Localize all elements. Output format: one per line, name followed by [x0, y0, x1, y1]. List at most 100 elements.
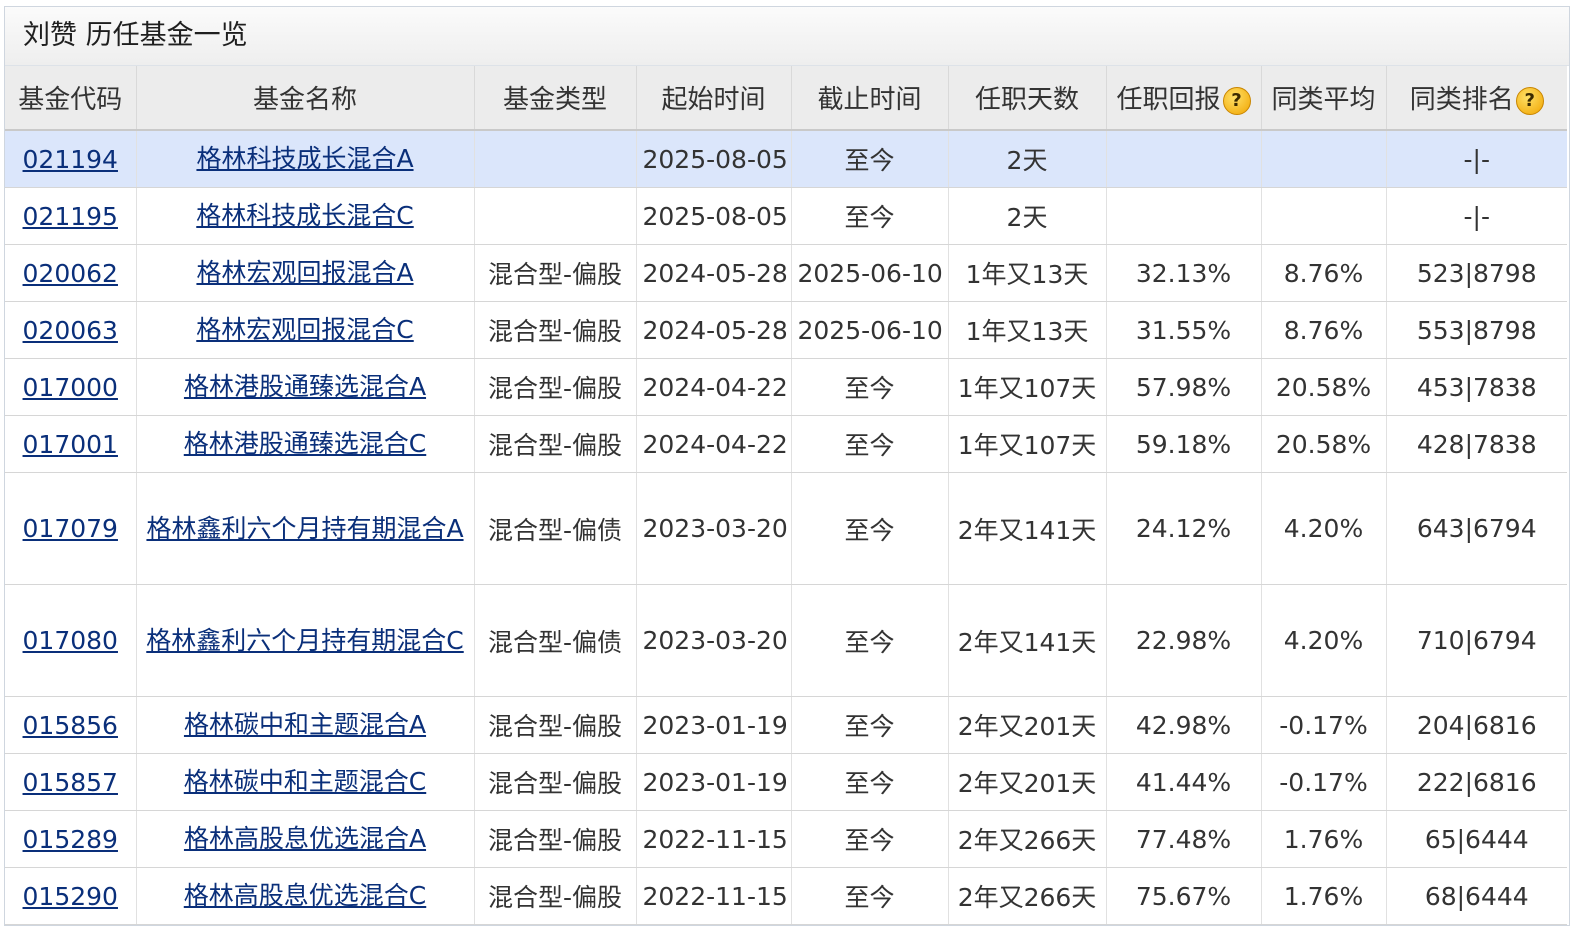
table-row[interactable]: 017080 格林鑫利六个月持有期混合C 混合型-偏债 2023-03-20 至… [5, 584, 1567, 697]
table-row[interactable]: 020063 格林宏观回报混合C 混合型-偏股 2024-05-28 2025-… [5, 301, 1567, 359]
start-date: 2024-05-28 [636, 244, 792, 302]
table-row[interactable]: 021194 格林科技成长混合A 2025-08-05 至今 2天 -|- [5, 130, 1567, 188]
tenure-days: 2年又141天 [948, 584, 1107, 697]
end-date: 至今 [791, 187, 949, 245]
tenure-days: 2年又266天 [948, 810, 1107, 868]
start-date: 2024-04-22 [636, 415, 792, 473]
fund-code-cell: 021195 [5, 187, 137, 245]
help-icon[interactable]: ? [1515, 86, 1544, 115]
tenure-days: 2年又141天 [948, 472, 1107, 585]
header-peer-rank: 同类排名? [1386, 66, 1567, 131]
table-row[interactable]: 017001 格林港股通臻选混合C 混合型-偏股 2024-04-22 至今 1… [5, 415, 1567, 473]
end-date: 至今 [791, 584, 949, 697]
fund-name-link[interactable]: 格林港股通臻选混合A [184, 372, 426, 401]
peer-average: 1.76% [1261, 867, 1387, 925]
tenure-return: 75.67% [1106, 867, 1262, 925]
fund-name-link[interactable]: 格林高股息优选混合A [184, 824, 426, 853]
header-tenure-return: 任职回报? [1106, 66, 1262, 131]
header-tenure-return-label: 任职回报 [1116, 85, 1221, 115]
fund-name-cell: 格林港股通臻选混合A [136, 358, 475, 416]
table-row[interactable]: 021195 格林科技成长混合C 2025-08-05 至今 2天 -|- [5, 187, 1567, 245]
tenure-days: 2年又201天 [948, 696, 1107, 754]
fund-name-cell: 格林碳中和主题混合C [136, 753, 475, 811]
fund-name-link[interactable]: 格林鑫利六个月持有期混合C [146, 626, 463, 655]
end-date: 至今 [791, 358, 949, 416]
fund-code-link[interactable]: 015856 [23, 711, 118, 740]
fund-name-link[interactable]: 格林鑫利六个月持有期混合A [146, 514, 463, 543]
tenure-days: 1年又107天 [948, 358, 1107, 416]
table-row[interactable]: 017079 格林鑫利六个月持有期混合A 混合型-偏债 2023-03-20 至… [5, 472, 1567, 585]
fund-name-link[interactable]: 格林宏观回报混合C [196, 315, 413, 344]
fund-code-link[interactable]: 021195 [23, 202, 118, 231]
fund-name-link[interactable]: 格林港股通臻选混合C [184, 429, 426, 458]
table-row[interactable]: 015289 格林高股息优选混合A 混合型-偏股 2022-11-15 至今 2… [5, 810, 1567, 868]
fund-type: 混合型-偏股 [474, 358, 637, 416]
fund-code-cell: 015290 [5, 867, 137, 925]
header-tenure-days: 任职天数 [948, 66, 1107, 131]
tenure-days: 2年又266天 [948, 867, 1107, 925]
header-end-date: 截止时间 [791, 66, 949, 131]
start-date: 2024-04-22 [636, 358, 792, 416]
fund-name-link[interactable]: 格林碳中和主题混合A [184, 710, 426, 739]
fund-code-cell: 017080 [5, 584, 137, 697]
fund-name-cell: 格林宏观回报混合C [136, 301, 475, 359]
end-date: 至今 [791, 130, 949, 188]
fund-name-cell: 格林鑫利六个月持有期混合A [136, 472, 475, 585]
start-date: 2024-05-28 [636, 301, 792, 359]
fund-code-link[interactable]: 015857 [23, 768, 118, 797]
tenure-return: 59.18% [1106, 415, 1262, 473]
fund-code-link[interactable]: 017079 [23, 514, 118, 543]
start-date: 2023-01-19 [636, 696, 792, 754]
tenure-days: 2天 [948, 130, 1107, 188]
peer-rank: 453|7838 [1386, 358, 1567, 416]
fund-name-link[interactable]: 格林科技成长混合A [196, 144, 413, 173]
fund-name-cell: 格林科技成长混合C [136, 187, 475, 245]
header-peer-rank-label: 同类排名 [1409, 85, 1514, 115]
table-row[interactable]: 017000 格林港股通臻选混合A 混合型-偏股 2024-04-22 至今 1… [5, 358, 1567, 416]
fund-type: 混合型-偏股 [474, 753, 637, 811]
start-date: 2023-03-20 [636, 472, 792, 585]
fund-type: 混合型-偏债 [474, 472, 637, 585]
help-icon[interactable]: ? [1222, 86, 1251, 115]
tenure-return: 42.98% [1106, 696, 1262, 754]
fund-code-link[interactable]: 020062 [23, 259, 118, 288]
end-date: 至今 [791, 415, 949, 473]
table-row[interactable]: 015856 格林碳中和主题混合A 混合型-偏股 2023-01-19 至今 2… [5, 696, 1567, 754]
fund-code-link[interactable]: 017080 [23, 626, 118, 655]
tenure-return: 77.48% [1106, 810, 1262, 868]
fund-type [474, 187, 637, 245]
peer-rank: 643|6794 [1386, 472, 1567, 585]
fund-name-cell: 格林港股通臻选混合C [136, 415, 475, 473]
fund-code-link[interactable]: 017001 [23, 430, 118, 459]
peer-average: 8.76% [1261, 244, 1387, 302]
table-row[interactable]: 015857 格林碳中和主题混合C 混合型-偏股 2023-01-19 至今 2… [5, 753, 1567, 811]
fund-code-link[interactable]: 020063 [23, 316, 118, 345]
fund-name-link[interactable]: 格林高股息优选混合C [184, 881, 426, 910]
fund-code-link[interactable]: 015290 [23, 882, 118, 911]
fund-code-link[interactable]: 017000 [23, 373, 118, 402]
end-date: 至今 [791, 696, 949, 754]
tenure-return: 57.98% [1106, 358, 1262, 416]
fund-code-link[interactable]: 021194 [23, 145, 118, 174]
fund-name-cell: 格林碳中和主题混合A [136, 696, 475, 754]
fund-name-link[interactable]: 格林科技成长混合C [196, 201, 413, 230]
fund-type: 混合型-偏股 [474, 415, 637, 473]
peer-rank: 710|6794 [1386, 584, 1567, 697]
fund-code-cell: 015856 [5, 696, 137, 754]
table-row[interactable]: 015290 格林高股息优选混合C 混合型-偏股 2022-11-15 至今 2… [5, 867, 1567, 925]
fund-name-cell: 格林科技成长混合A [136, 130, 475, 188]
fund-name-link[interactable]: 格林碳中和主题混合C [184, 767, 426, 796]
fund-history-table: 基金代码 基金名称 基金类型 起始时间 截止时间 任职天数 任职回报? 同类平均… [5, 66, 1567, 925]
fund-name-link[interactable]: 格林宏观回报混合A [196, 258, 413, 287]
fund-name-cell: 格林宏观回报混合A [136, 244, 475, 302]
peer-average: 8.76% [1261, 301, 1387, 359]
tenure-return: 32.13% [1106, 244, 1262, 302]
fund-type: 混合型-偏股 [474, 244, 637, 302]
start-date: 2022-11-15 [636, 810, 792, 868]
fund-code-cell: 020063 [5, 301, 137, 359]
fund-code-link[interactable]: 015289 [23, 825, 118, 854]
fund-code-cell: 017000 [5, 358, 137, 416]
tenure-return: 41.44% [1106, 753, 1262, 811]
start-date: 2025-08-05 [636, 187, 792, 245]
table-row[interactable]: 020062 格林宏观回报混合A 混合型-偏股 2024-05-28 2025-… [5, 244, 1567, 302]
